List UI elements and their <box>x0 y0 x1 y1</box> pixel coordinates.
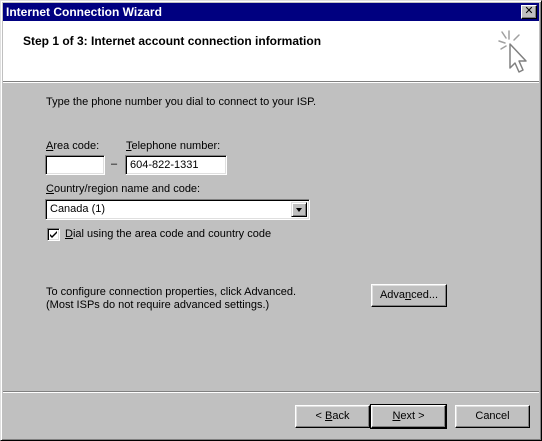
header-separator <box>3 81 539 83</box>
title-bar[interactable]: Internet Connection Wizard ✕ <box>3 3 539 21</box>
phone-dash: – <box>111 158 118 170</box>
chevron-down-icon[interactable] <box>291 202 307 217</box>
checkmark-icon <box>50 231 57 238</box>
advanced-info-line2: (Most ISPs do not require advanced setti… <box>46 299 270 311</box>
telephone-label: Telephone number: <box>126 140 221 152</box>
country-selected-value: Canada (1) <box>50 203 106 215</box>
dial-checkbox-label[interactable]: Dial using the area code and country cod… <box>65 228 271 240</box>
dial-area-code-checkbox[interactable] <box>47 228 60 241</box>
back-button[interactable]: < Back <box>295 405 370 428</box>
wizard-header: Step 1 of 3: Internet account connection… <box>3 21 539 81</box>
area-code-input[interactable] <box>45 155 105 175</box>
wizard-window: Internet Connection Wizard ✕ Step 1 of 3… <box>0 0 542 441</box>
step-title: Step 1 of 3: Internet account connection… <box>23 34 322 48</box>
wizard-cursor-icon <box>498 30 527 73</box>
cancel-button[interactable]: Cancel <box>455 405 530 428</box>
advanced-button[interactable]: Advanced... <box>371 284 447 307</box>
window-title: Internet Connection Wizard <box>6 5 162 19</box>
close-button[interactable]: ✕ <box>521 5 537 19</box>
country-select[interactable]: Canada (1) <box>45 199 310 220</box>
next-button[interactable]: Next > <box>370 404 447 429</box>
area-code-label: Area code: <box>46 140 100 152</box>
country-label: Country/region name and code: <box>46 183 201 195</box>
telephone-input[interactable]: 604-822-1331 <box>125 155 227 175</box>
instruction-text: Type the phone number you dial to connec… <box>46 96 317 108</box>
footer-separator <box>3 391 539 393</box>
close-icon: ✕ <box>524 5 534 17</box>
advanced-info-line1: To configure connection properties, clic… <box>46 286 297 298</box>
